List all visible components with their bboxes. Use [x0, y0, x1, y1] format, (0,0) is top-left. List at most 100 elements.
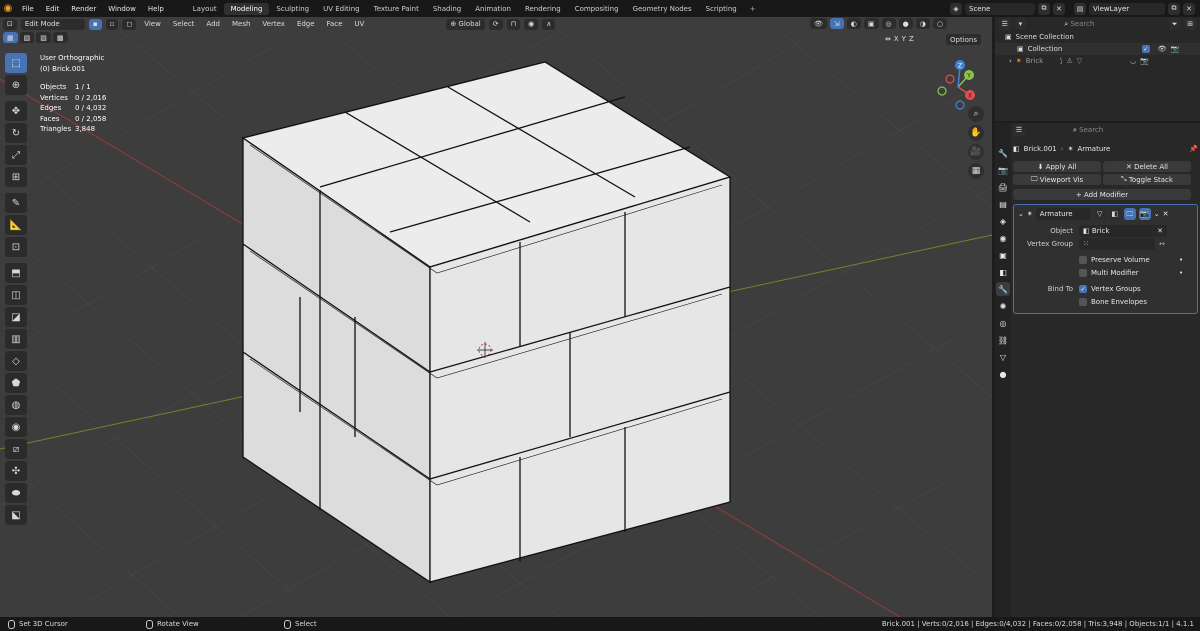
- material-tab-icon[interactable]: ●: [996, 367, 1010, 381]
- preserve-volume-checkbox[interactable]: [1079, 256, 1087, 264]
- display-mode-icon[interactable]: ▾: [1014, 18, 1027, 30]
- proportional-edit-icon[interactable]: ◉: [524, 18, 539, 30]
- physics-tab-icon[interactable]: ◎: [996, 316, 1010, 330]
- edit-mode-icon[interactable]: ▽: [1093, 208, 1106, 220]
- menu-face[interactable]: Face: [323, 20, 347, 28]
- collapse-arrow-icon[interactable]: ⌄: [1018, 210, 1024, 218]
- ortho-grid-icon[interactable]: ▦: [968, 163, 984, 179]
- menu-help[interactable]: Help: [142, 5, 170, 13]
- rotate-tool-icon[interactable]: ↻: [5, 123, 27, 143]
- filter-icon[interactable]: ⏷: [1168, 18, 1181, 30]
- menu-select[interactable]: Select: [169, 20, 199, 28]
- outliner-row-brick[interactable]: › ✶ Brick ⟆ ♙ ▽ ◡ 📷: [995, 55, 1200, 67]
- render-tab-icon[interactable]: 📷: [996, 163, 1010, 177]
- transform-tool-icon[interactable]: ⊞: [5, 167, 27, 187]
- close-view-layer-icon[interactable]: ✕: [1183, 2, 1195, 15]
- eye-closed-icon[interactable]: ◡: [1130, 57, 1136, 65]
- tab-modeling[interactable]: Modeling: [223, 2, 270, 15]
- select-new-icon[interactable]: ▦: [3, 32, 18, 43]
- mirror-x[interactable]: X: [894, 35, 899, 43]
- menu-edge[interactable]: Edge: [293, 20, 319, 28]
- vertex-groups-checkbox[interactable]: ✓: [1079, 285, 1087, 293]
- tab-texture-paint[interactable]: Texture Paint: [367, 3, 426, 15]
- 3d-viewport[interactable]: ⊡ Edit Mode ▪ ▫ ◻ View Select Add Mesh V…: [0, 17, 992, 617]
- object-tab-icon[interactable]: ◧: [996, 265, 1010, 279]
- add-modifier-button[interactable]: + Add Modifier: [1013, 189, 1191, 200]
- select-subtract-icon[interactable]: ▨: [36, 32, 51, 43]
- keyframe-dot-icon[interactable]: •: [1179, 269, 1183, 277]
- add-cube-tool-icon[interactable]: ⊡: [5, 237, 27, 257]
- new-collection-icon[interactable]: ⊞: [1184, 18, 1196, 30]
- bevel-tool-icon[interactable]: ◪: [5, 307, 27, 327]
- dropdown-icon[interactable]: ⌄: [1154, 210, 1160, 218]
- exclude-checkbox[interactable]: ✓: [1141, 45, 1150, 53]
- knife-tool-icon[interactable]: ◇: [5, 351, 27, 371]
- tab-rendering[interactable]: Rendering: [518, 3, 568, 15]
- scene-icon[interactable]: ◈: [950, 2, 962, 15]
- poly-build-tool-icon[interactable]: ⬟: [5, 373, 27, 393]
- show-viewport-icon[interactable]: 🖵: [1123, 208, 1136, 220]
- tab-layout[interactable]: Layout: [186, 3, 224, 15]
- options-dropdown[interactable]: Options: [946, 34, 982, 45]
- properties-search-input[interactable]: ⌕ Search: [1069, 124, 1177, 136]
- edge-select-icon[interactable]: ▫: [105, 18, 119, 30]
- menu-add[interactable]: Add: [202, 20, 224, 28]
- view-layer-tab-icon[interactable]: ▤: [996, 197, 1010, 211]
- mode-dropdown[interactable]: Edit Mode: [20, 18, 85, 30]
- transform-orientation-dropdown[interactable]: ⊕ Global: [446, 18, 485, 30]
- shading-rendered-icon[interactable]: ○: [932, 18, 947, 29]
- modifier-tab-icon[interactable]: 🔧: [996, 282, 1010, 296]
- menu-view[interactable]: View: [140, 20, 165, 28]
- face-select-icon[interactable]: ◻: [122, 18, 137, 30]
- menu-render[interactable]: Render: [65, 5, 102, 13]
- invert-icon[interactable]: ⇿: [1159, 240, 1165, 248]
- cursor-tool-icon[interactable]: ⊕: [5, 75, 27, 95]
- camera-icon[interactable]: 📷: [1140, 57, 1149, 65]
- tab-shading[interactable]: Shading: [426, 3, 468, 15]
- tab-geometry-nodes[interactable]: Geometry Nodes: [626, 3, 699, 15]
- tab-animation[interactable]: Animation: [468, 3, 518, 15]
- shading-solid-icon[interactable]: ●: [898, 18, 913, 29]
- show-render-icon[interactable]: 📷: [1138, 208, 1151, 220]
- brick-mesh[interactable]: [241, 61, 732, 584]
- pin-icon[interactable]: 📌: [1189, 145, 1198, 153]
- pan-hand-icon[interactable]: ✋: [968, 125, 984, 141]
- extrude-tool-icon[interactable]: ⬒: [5, 263, 27, 283]
- world-tab-icon[interactable]: ◉: [996, 231, 1010, 245]
- view-layer-name-field[interactable]: ViewLayer: [1089, 2, 1165, 15]
- copy-scene-icon[interactable]: ⧉: [1038, 2, 1050, 15]
- on-cage-icon[interactable]: ◧: [1108, 208, 1121, 220]
- eye-icon[interactable]: 👁: [1158, 45, 1167, 53]
- blender-logo-icon[interactable]: ◉: [0, 0, 16, 17]
- select-extend-icon[interactable]: ▧: [19, 32, 35, 43]
- properties-editor-icon[interactable]: ☰: [1013, 124, 1025, 136]
- select-box-tool-icon[interactable]: ⬚: [5, 53, 27, 73]
- edge-slide-tool-icon[interactable]: ⧄: [5, 439, 27, 459]
- tab-scripting[interactable]: Scripting: [699, 3, 744, 15]
- vertex-select-icon[interactable]: ▪: [88, 18, 102, 30]
- vertex-groups-row[interactable]: Bind To ✓ Vertex Groups: [1014, 283, 1197, 295]
- camera-icon[interactable]: 📷: [1171, 45, 1180, 53]
- mirror-z[interactable]: Z: [909, 35, 914, 43]
- snap-icon[interactable]: ⊓: [506, 18, 521, 30]
- expand-arrow-icon[interactable]: ›: [1009, 57, 1012, 65]
- tab-sculpting[interactable]: Sculpting: [269, 3, 316, 15]
- shrink-fatten-tool-icon[interactable]: ✣: [5, 461, 27, 481]
- keyframe-dot-icon[interactable]: •: [1179, 256, 1183, 264]
- select-intersect-icon[interactable]: ▩: [52, 32, 68, 43]
- shading-wireframe-icon[interactable]: ◎: [881, 18, 896, 29]
- tool-tab-icon[interactable]: 🔧: [996, 146, 1010, 160]
- outliner-search-input[interactable]: ⌕ Search: [1060, 18, 1165, 30]
- scale-tool-icon[interactable]: ⤢: [5, 145, 27, 165]
- add-workspace-icon[interactable]: +: [744, 5, 762, 13]
- move-tool-icon[interactable]: ✥: [5, 101, 27, 121]
- clear-object-icon[interactable]: ✕: [1157, 227, 1163, 235]
- menu-file[interactable]: File: [16, 5, 40, 13]
- zoom-icon[interactable]: ⌕: [968, 106, 984, 122]
- scene-name-field[interactable]: Scene: [965, 2, 1035, 15]
- menu-window[interactable]: Window: [102, 5, 142, 13]
- bone-envelopes-checkbox[interactable]: [1079, 298, 1087, 306]
- data-tab-icon[interactable]: ▽: [996, 350, 1010, 364]
- toggle-stack-button[interactable]: ⤡ Toggle Stack: [1103, 174, 1191, 185]
- delete-all-button[interactable]: ✕ Delete All: [1103, 161, 1191, 172]
